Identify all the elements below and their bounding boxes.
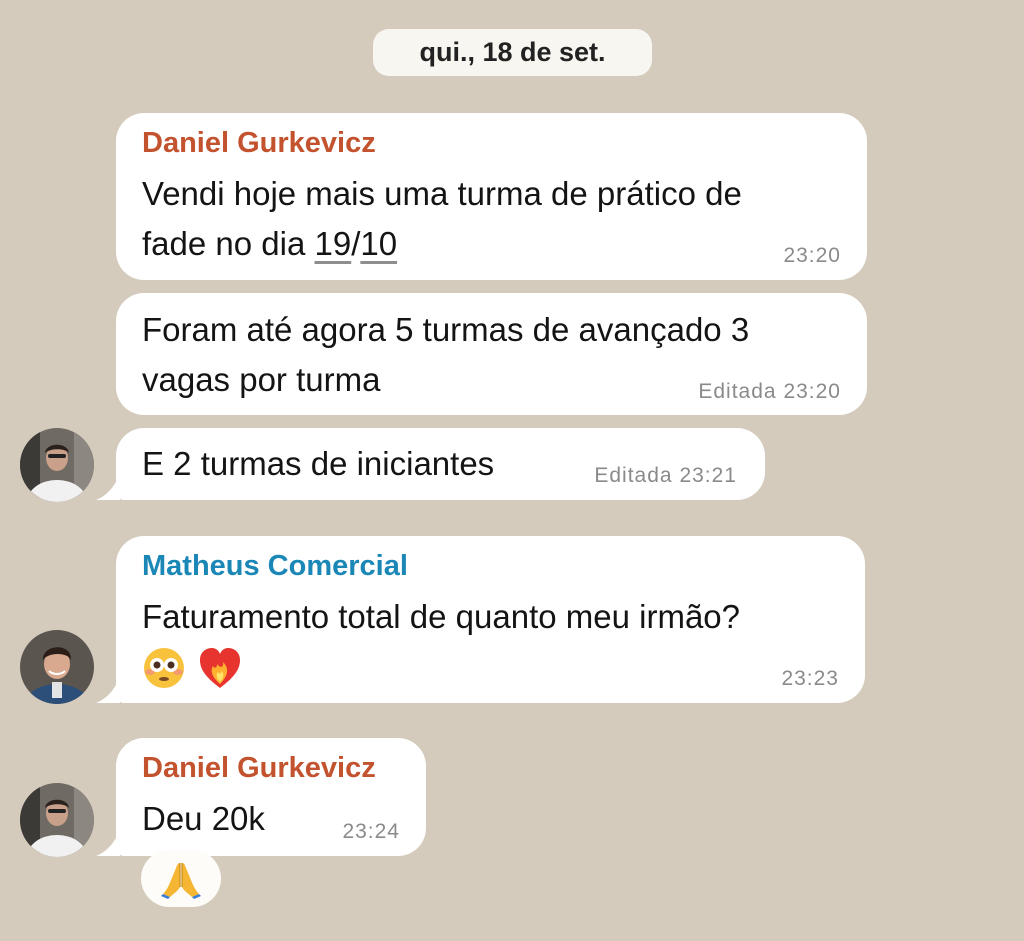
sender-name[interactable]: Matheus Comercial bbox=[142, 550, 408, 583]
message-text: fade no dia bbox=[142, 225, 315, 262]
avatar-daniel[interactable] bbox=[20, 428, 94, 502]
message-time: 23:21 bbox=[679, 464, 737, 487]
message-time: 23:20 bbox=[783, 244, 841, 267]
chat-view: qui., 18 de set. Daniel Gurkevicz Vendi … bbox=[0, 0, 1024, 941]
flushed-face-icon bbox=[144, 648, 184, 688]
avatar-photo bbox=[20, 630, 94, 704]
edited-label: Editada bbox=[698, 380, 777, 403]
message-text-line: Deu 20k bbox=[142, 800, 265, 837]
reaction-badge[interactable] bbox=[141, 850, 221, 907]
edited-label: Editada bbox=[594, 464, 673, 487]
sender-name[interactable]: Daniel Gurkevicz bbox=[142, 127, 376, 160]
message-time: 23:24 bbox=[342, 820, 400, 843]
message-bubble[interactable]: Daniel Gurkevicz Deu 20k 23:24 bbox=[116, 738, 426, 856]
message-bubble[interactable]: Foram até agora 5 turmas de avançado 3 v… bbox=[116, 293, 867, 415]
message-text-line: Faturamento total de quanto meu irmão? bbox=[142, 598, 741, 635]
message-meta: Editada 23:20 bbox=[698, 380, 841, 404]
date-separator: / bbox=[351, 225, 361, 262]
message-bubble[interactable]: Daniel Gurkevicz Vendi hoje mais uma tur… bbox=[116, 113, 867, 280]
avatar-photo bbox=[20, 783, 94, 857]
date-divider: qui., 18 de set. bbox=[373, 29, 652, 76]
message-bubble[interactable]: Matheus Comercial Faturamento total de q… bbox=[116, 536, 865, 703]
folded-hands-icon bbox=[161, 862, 201, 899]
message-time: 23:23 bbox=[781, 667, 839, 690]
date-link[interactable]: 10 bbox=[360, 225, 397, 262]
message-text-line: Vendi hoje mais uma turma de prático de bbox=[142, 175, 742, 212]
date-link[interactable]: 19 bbox=[314, 225, 351, 262]
message-text-line: Foram até agora 5 turmas de avançado 3 bbox=[142, 311, 750, 348]
avatar-photo bbox=[20, 428, 94, 502]
message-text-line: vagas por turma bbox=[142, 361, 381, 398]
heart-on-fire-icon bbox=[200, 648, 240, 688]
avatar-matheus[interactable] bbox=[20, 630, 94, 704]
avatar-daniel[interactable] bbox=[20, 783, 94, 857]
message-time: 23:20 bbox=[783, 380, 841, 403]
date-divider-label: qui., 18 de set. bbox=[419, 37, 606, 67]
message-text-line: fade no dia 19/10 bbox=[142, 225, 397, 263]
message-meta: Editada 23:21 bbox=[594, 464, 737, 488]
message-bubble[interactable]: E 2 turmas de iniciantes Editada 23:21 bbox=[116, 428, 765, 500]
sender-name[interactable]: Daniel Gurkevicz bbox=[142, 752, 376, 785]
message-text-line: E 2 turmas de iniciantes bbox=[142, 445, 495, 482]
